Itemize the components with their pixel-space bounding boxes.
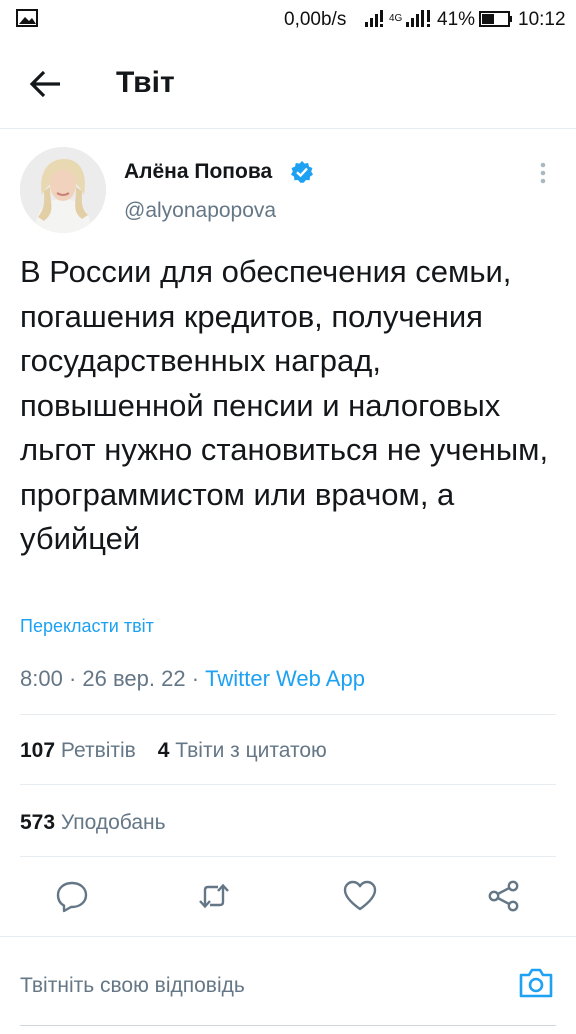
tweet-actions-bar: [0, 860, 576, 932]
avatar[interactable]: [20, 147, 106, 233]
retweet-stats-row: 107 Ретвітів 4 Твіти з цитатою: [20, 739, 327, 763]
quotes-stat[interactable]: 4 Твіти з цитатою: [158, 739, 327, 762]
arrow-left-icon[interactable]: [26, 66, 66, 102]
meta-separator: ·: [185, 666, 206, 691]
author-name[interactable]: Алёна Попова: [124, 160, 272, 184]
retweets-count: 107: [20, 739, 56, 762]
quotes-count: 4: [157, 739, 170, 762]
reply-icon[interactable]: [54, 878, 90, 914]
likes-stats-row[interactable]: 573 Уподобань: [20, 811, 166, 835]
meta-separator: ·: [62, 666, 83, 691]
verified-badge-icon: [291, 161, 313, 183]
divider: [20, 784, 556, 785]
gallery-icon: [16, 9, 38, 27]
reply-input[interactable]: Твітніть свою відповідь: [20, 938, 480, 1024]
more-vertical-icon[interactable]: [532, 160, 554, 186]
like-icon[interactable]: [342, 878, 378, 914]
tweet-time: 8:00: [20, 666, 63, 691]
avatar-image: [20, 147, 106, 233]
share-icon[interactable]: [486, 878, 522, 914]
page-title: Твіт: [116, 66, 175, 99]
divider: [20, 856, 556, 857]
battery-icon: [479, 11, 512, 27]
clock: 10:12: [518, 9, 566, 30]
retweets-stat[interactable]: 107 Ретвітів: [20, 739, 136, 762]
tweet-text: В России для обеспечения семьи, погашени…: [20, 254, 549, 556]
reply-bar: Твітніть свою відповідь: [0, 936, 576, 1026]
camera-icon[interactable]: [518, 967, 554, 999]
tweet-source-link[interactable]: Twitter Web App: [205, 666, 365, 691]
translate-tweet-link[interactable]: Перекласти твіт: [20, 616, 154, 637]
divider: [20, 714, 556, 715]
network-speed: 0,00b/s: [284, 9, 347, 30]
retweets-label: Ретвітів: [60, 739, 136, 762]
retweet-icon[interactable]: [196, 878, 232, 914]
app-header: Твіт: [0, 38, 576, 129]
signal-icon: [365, 10, 383, 27]
battery-percent: 41%: [437, 9, 476, 30]
tweet-date: 26 вер. 22: [82, 666, 186, 691]
quotes-label: Твіти з цитатою: [175, 739, 327, 762]
author-handle[interactable]: @alyonapopova: [124, 199, 276, 223]
tweet-meta: 8:00 · 26 вер. 22 · Twitter Web App: [20, 666, 365, 692]
status-bar: 0,00b/s 4G 41% 10:12: [0, 0, 576, 38]
likes-label: Уподобань: [60, 811, 166, 834]
signal-icon: [406, 10, 430, 27]
network-type: 4G: [389, 13, 403, 24]
likes-count: 573: [20, 811, 56, 834]
reply-input-underline: [20, 1025, 556, 1026]
